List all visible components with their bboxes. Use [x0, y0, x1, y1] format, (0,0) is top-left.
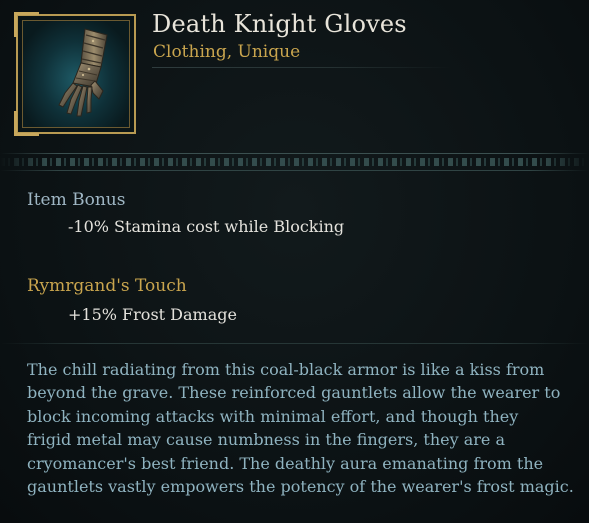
frame-corner-ornament [14, 12, 39, 37]
description-line: frigid metal may cause numbness in the f… [27, 430, 506, 450]
enchantment-value: +15% Frost Damage [68, 305, 237, 324]
item-type: Clothing, Unique [153, 42, 301, 62]
item-description: The chill radiating from this coal-black… [27, 358, 575, 498]
description-line: The chill radiating from this coal-black… [27, 360, 545, 379]
item-name: Death Knight Gloves [152, 10, 407, 38]
description-line: cryomancer's best friend. The deathly au… [27, 453, 544, 473]
enchantment-title: Rymrgand's Touch [27, 276, 187, 296]
ornamental-divider [0, 150, 589, 176]
description-line: gauntlets vastly empowers the potency of… [27, 477, 574, 497]
description-line: beyond the grave. These reinforced gaunt… [27, 383, 561, 403]
header-divider [152, 67, 452, 68]
item-tooltip: Death Knight Gloves Clothing, Unique Ite… [0, 0, 589, 523]
description-divider [0, 343, 589, 344]
item-bonus-title: Item Bonus [27, 190, 126, 210]
description-line: block incoming attacks with minimal effo… [27, 406, 519, 426]
item-bonus-value: -10% Stamina cost while Blocking [68, 217, 345, 236]
frame-corner-ornament [14, 111, 39, 136]
gauntlet-icon [58, 28, 108, 117]
item-portrait-frame [14, 12, 136, 136]
